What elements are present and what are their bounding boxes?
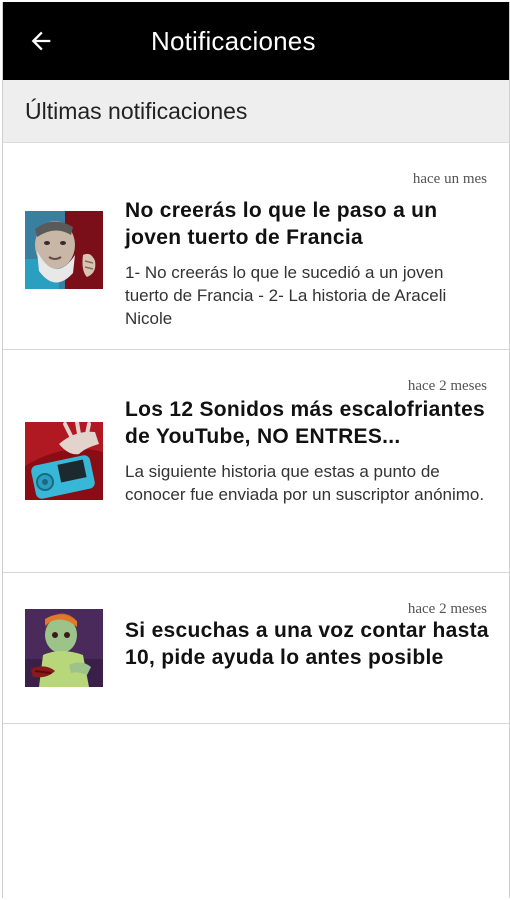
back-button[interactable] <box>11 2 71 80</box>
bearded-man-thumbnail <box>25 211 103 289</box>
app-bar: Notificaciones <box>3 2 509 80</box>
notification-description: La siguiente historia que estas a punto … <box>125 462 485 504</box>
section-header: Últimas notificaciones <box>3 80 509 143</box>
zombie-child-thumbnail <box>25 609 103 687</box>
notification-title: No creerás lo que le paso a un joven tue… <box>125 199 438 249</box>
notification-body: No creerás lo que le paso a un joven tue… <box>125 197 491 330</box>
notification-time: hace 2 meses <box>407 601 487 617</box>
page-title: Notificaciones <box>151 25 316 56</box>
hand-and-device-thumbnail <box>25 422 103 500</box>
notification-title: Los 12 Sonidos más escalofriantes de You… <box>125 398 486 448</box>
notification-item[interactable]: hace 2 meses Los 12 Sonidos más escalofr… <box>3 350 509 573</box>
section-title: Últimas notificaciones <box>25 97 248 124</box>
notification-title: Si escuchas a una voz contar hasta 10, p… <box>125 619 489 669</box>
notification-description: 1- No creerás lo que le sucedió a un jov… <box>125 263 447 328</box>
notification-item[interactable]: hace un mes No creerás lo que le paso a … <box>3 143 509 350</box>
notification-item[interactable]: hace 2 meses Si escuchas a una voz conta… <box>3 573 509 724</box>
notification-body: Si escuchas a una voz contar hasta 10, p… <box>125 617 491 671</box>
notification-body: Los 12 Sonidos más escalofriantes de You… <box>125 396 491 506</box>
arrow-left-icon <box>31 31 51 51</box>
notification-time: hace un mes <box>412 171 487 187</box>
notifications-screen: Notificaciones Últimas notificaciones ha… <box>2 2 510 898</box>
notification-time: hace 2 meses <box>407 378 487 394</box>
